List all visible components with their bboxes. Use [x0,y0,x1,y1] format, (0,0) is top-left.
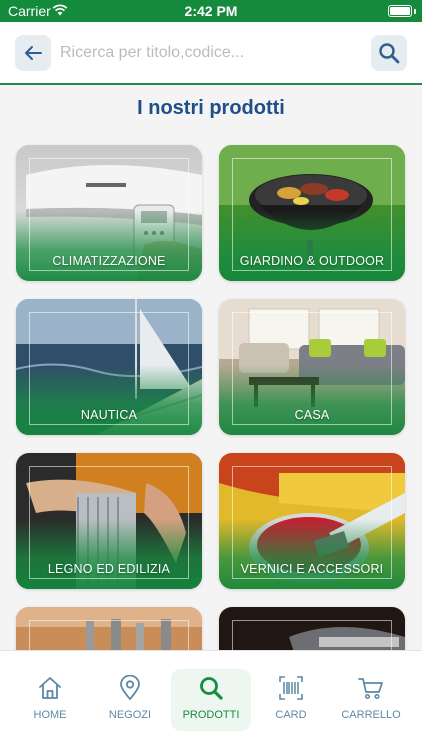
barcode-icon [279,676,303,700]
product-card-label: VERNICI E ACCESSORI [240,562,384,576]
card-frame [29,620,189,650]
tab-home[interactable]: HOME [10,669,90,731]
product-grid: I nostri prodotti CLIMATIZZAZIONE GIARDI… [0,0,422,650]
tab-bar: HOME NEGOZI PRODOTTI CARD CARRELLO [0,650,422,750]
tab-card[interactable]: CARD [251,669,331,731]
tab-label: CARRELLO [341,709,401,721]
product-card-climatizzazione[interactable]: CLIMATIZZAZIONE [16,145,202,281]
product-card-label: GIARDINO & OUTDOOR [239,254,385,268]
product-card-nautica[interactable]: NAUTICA [16,299,202,435]
tab-label: PRODOTTI [182,709,240,721]
tab-carrello[interactable]: CARRELLO [331,669,411,731]
tab-label: CARD [275,709,307,721]
tab-label: NEGOZI [108,709,152,721]
product-card-label: CASA [294,408,330,422]
tab-label: HOME [33,709,67,721]
tab-prodotti[interactable]: PRODOTTI [171,669,251,731]
product-card-label: CLIMATIZZAZIONE [52,254,166,268]
product-card-vernici[interactable]: VERNICI E ACCESSORI [219,453,405,589]
product-card-casa[interactable]: CASA [219,299,405,435]
card-frame [232,620,392,650]
cart-icon [358,678,383,700]
product-card-legno[interactable]: LEGNO ED EDILIZIA [16,453,202,589]
product-card-giardino[interactable]: GIARDINO & OUTDOOR [219,145,405,281]
tab-negozi[interactable]: NEGOZI [90,669,170,731]
product-card-hardware[interactable] [219,607,405,650]
page-title: I nostri prodotti [137,97,285,119]
location-pin-icon [120,675,140,701]
product-card-label: NAUTICA [80,408,138,422]
product-card-tools[interactable] [16,607,202,650]
product-card-label: LEGNO ED EDILIZIA [47,562,171,576]
home-icon [39,677,61,699]
search-icon [200,677,223,700]
